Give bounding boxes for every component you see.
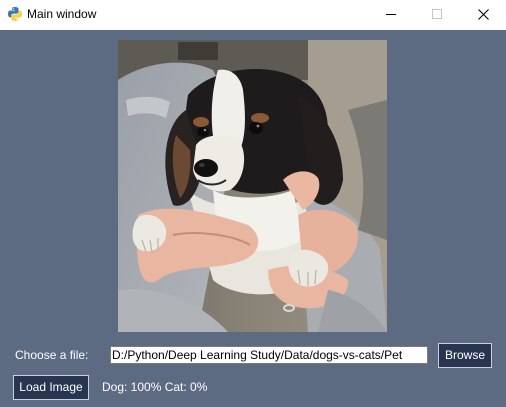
main-window: Main window Choose a file: D:/Python/Dee… — [0, 0, 506, 407]
prediction-result: Dog: 100% Cat: 0% — [102, 380, 208, 394]
choose-file-label: Choose a file: — [15, 348, 89, 362]
minimize-button[interactable] — [368, 0, 414, 29]
maximize-button[interactable] — [414, 0, 460, 29]
close-icon — [478, 9, 489, 20]
close-button[interactable] — [460, 0, 506, 29]
image-preview — [118, 40, 387, 332]
minimize-icon — [386, 14, 396, 15]
python-icon — [7, 6, 23, 22]
title-bar[interactable]: Main window — [0, 0, 506, 30]
puppy-photo — [118, 40, 387, 332]
window-title: Main window — [27, 7, 97, 21]
client-area: Choose a file: Browse Load Image Dog: 10… — [0, 30, 506, 407]
browse-button[interactable]: Browse — [438, 343, 492, 368]
load-image-button[interactable]: Load Image — [13, 375, 89, 400]
file-path-input[interactable] — [110, 346, 428, 364]
maximize-icon — [432, 9, 442, 19]
